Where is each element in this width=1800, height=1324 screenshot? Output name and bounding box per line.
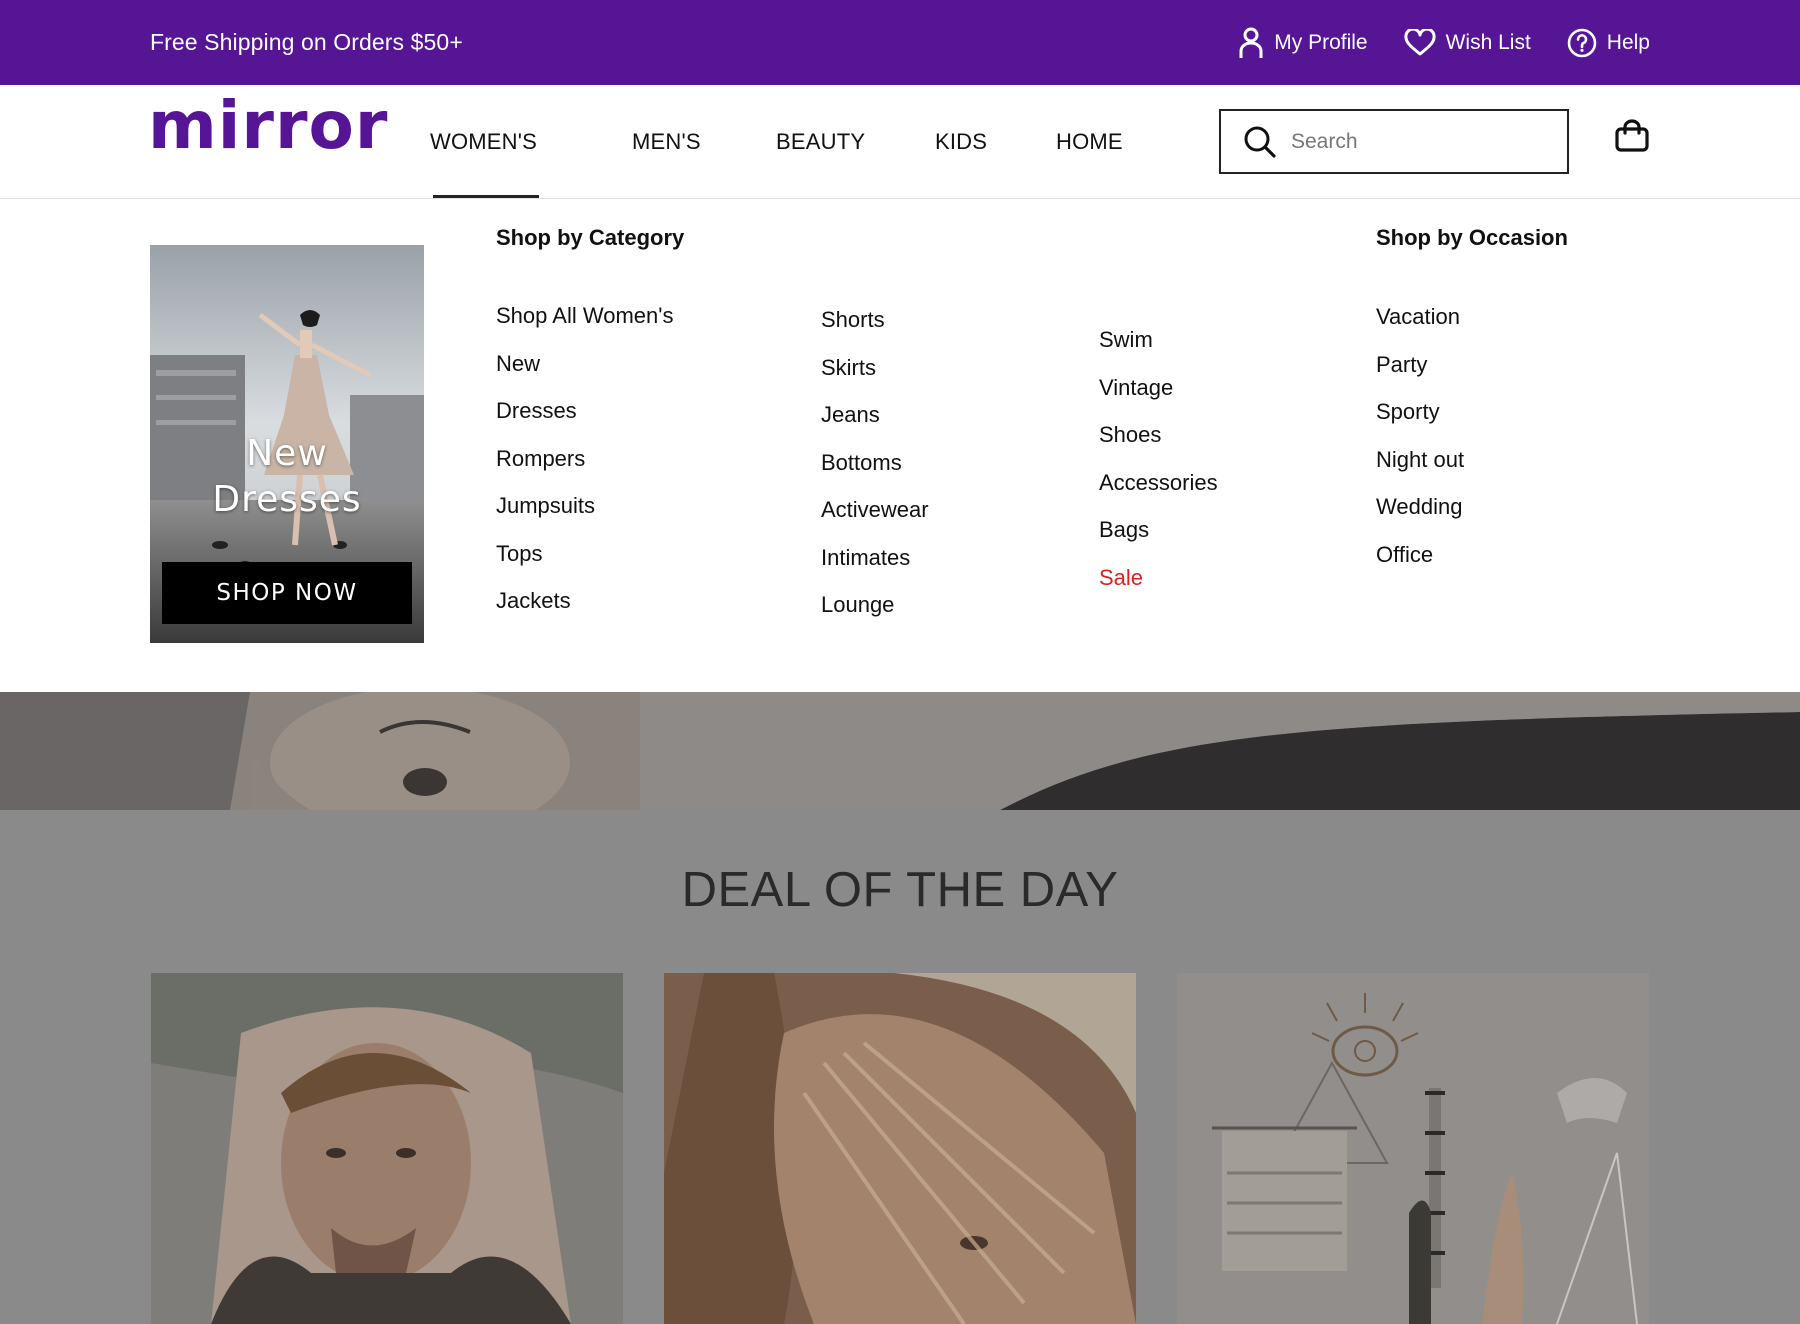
user-icon (1239, 27, 1263, 58)
occasion-link-sporty[interactable]: Sporty (1376, 399, 1464, 447)
cart-button[interactable] (1614, 119, 1650, 158)
category-link-intimates[interactable]: Intimates (821, 545, 929, 593)
search-input[interactable] (1291, 129, 1551, 154)
promo-headline: New Dresses (150, 431, 424, 523)
category-link-jeans[interactable]: Jeans (821, 402, 929, 450)
occasion-link-vacation[interactable]: Vacation (1376, 304, 1464, 352)
promo-headline-line1: New (246, 433, 328, 474)
hero-banner[interactable] (0, 692, 1800, 810)
occasion-link-party[interactable]: Party (1376, 352, 1464, 400)
site-header: mirror WOMEN'S MEN'S BEAUTY KIDS HOME (0, 85, 1800, 199)
help-icon (1567, 28, 1597, 57)
nav-kids[interactable]: KIDS (935, 129, 987, 155)
new-dresses-promo[interactable]: New Dresses SHOP NOW (150, 245, 424, 643)
category-link-shoes[interactable]: Shoes (1099, 422, 1218, 470)
deal-card-1[interactable] (151, 973, 623, 1324)
category-link-skirts[interactable]: Skirts (821, 355, 929, 403)
category-column-2: Shorts Skirts Jeans Bottoms Activewear Intima… (821, 307, 929, 640)
category-link-bags[interactable]: Bags (1099, 517, 1218, 565)
promo-bar: Free Shipping on Orders $50+ My Profile … (0, 0, 1800, 85)
deal-of-the-day-heading: DEAL OF THE DAY (681, 863, 1119, 917)
active-nav-indicator (433, 195, 539, 198)
category-link-accessories[interactable]: Accessories (1099, 470, 1218, 518)
category-column-1: Shop All Women's New Dresses Rompers Jumpsui… (496, 303, 673, 636)
category-link-jackets[interactable]: Jackets (496, 588, 673, 636)
search-icon (1244, 126, 1276, 158)
category-link-rompers[interactable]: Rompers (496, 446, 673, 494)
heart-icon (1404, 28, 1436, 55)
utility-links: My Profile Wish List Help (1238, 0, 1650, 85)
category-link-dresses[interactable]: Dresses (496, 398, 673, 446)
promo-headline-line2: Dresses (212, 479, 362, 520)
deal-image-woman-knit (664, 973, 1136, 1324)
category-link-swim[interactable]: Swim (1099, 327, 1218, 375)
wish-list-link[interactable]: Wish List (1404, 28, 1531, 57)
shop-now-button[interactable]: SHOP NOW (162, 562, 412, 624)
shopping-bag-icon (1615, 119, 1649, 152)
category-link-new[interactable]: New (496, 351, 673, 399)
category-link-vintage[interactable]: Vintage (1099, 375, 1218, 423)
nav-mens[interactable]: MEN'S (632, 129, 701, 155)
deal-image-man-hoodie (151, 973, 623, 1324)
help-link[interactable]: Help (1567, 28, 1650, 58)
occasion-column: Vacation Party Sporty Night out Wedding Offic… (1376, 304, 1464, 589)
my-profile-link[interactable]: My Profile (1238, 27, 1368, 59)
category-link-jumpsuits[interactable]: Jumpsuits (496, 493, 673, 541)
category-link-lounge[interactable]: Lounge (821, 592, 929, 640)
deal-card-2[interactable] (664, 973, 1136, 1324)
category-link-sale[interactable]: Sale (1099, 565, 1218, 613)
category-link-shorts[interactable]: Shorts (821, 307, 929, 355)
hero-image (0, 692, 1800, 810)
occasion-link-night-out[interactable]: Night out (1376, 447, 1464, 495)
mirror-logo[interactable]: mirror (148, 93, 388, 159)
occasion-link-office[interactable]: Office (1376, 542, 1464, 590)
shop-by-category-heading: Shop by Category (496, 225, 685, 250)
nav-womens[interactable]: WOMEN'S (430, 129, 537, 155)
category-link-bottoms[interactable]: Bottoms (821, 450, 929, 498)
shop-by-occasion-heading: Shop by Occasion (1376, 225, 1568, 250)
help-label: Help (1606, 30, 1650, 54)
category-link-tops[interactable]: Tops (496, 541, 673, 589)
nav-beauty[interactable]: BEAUTY (776, 129, 865, 155)
free-shipping-message: Free Shipping on Orders $50+ (150, 29, 463, 55)
category-link-shop-all-women-s[interactable]: Shop All Women's (496, 303, 673, 351)
nav-home[interactable]: HOME (1056, 129, 1123, 155)
search-box[interactable] (1219, 109, 1569, 174)
wish-list-label: Wish List (1445, 30, 1531, 54)
category-link-activewear[interactable]: Activewear (821, 497, 929, 545)
womens-mega-menu: New Dresses SHOP NOW Shop by Category Sh… (0, 199, 1800, 692)
my-profile-label: My Profile (1274, 30, 1368, 54)
page: Free Shipping on Orders $50+ My Profile … (0, 0, 1800, 1324)
category-column-3: Swim Vintage Shoes Accessories Bags Sale (1099, 327, 1218, 612)
deal-image-home-decor (1177, 973, 1649, 1324)
occasion-link-wedding[interactable]: Wedding (1376, 494, 1464, 542)
deal-card-3[interactable] (1177, 973, 1649, 1324)
